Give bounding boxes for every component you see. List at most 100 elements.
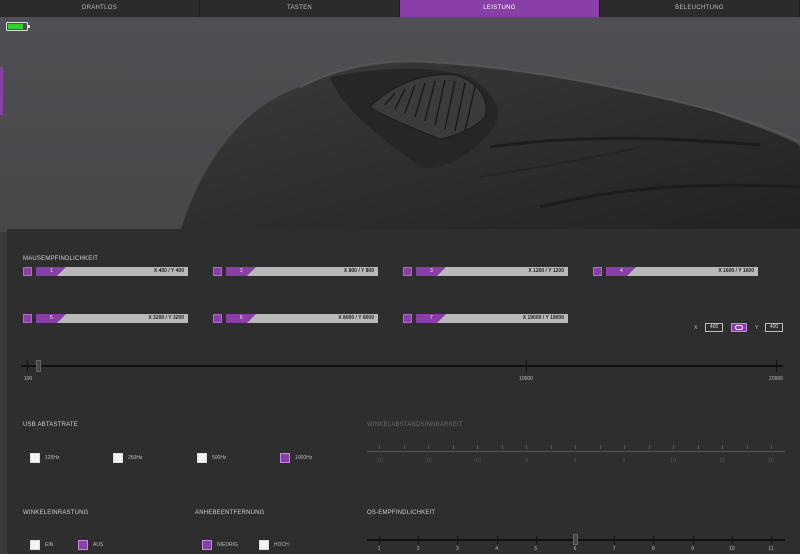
polling-option-125[interactable]: 125Hz (30, 453, 59, 463)
dpi-level-6-checkbox[interactable] (213, 314, 222, 323)
dpi-level-3-bar[interactable]: 3 X 1200 / Y 1200 (416, 267, 568, 276)
dpi-level-3-value: X 1200 / Y 1200 (528, 268, 564, 274)
dpi-level-4-bar[interactable]: 4 X 1600 / Y 1600 (606, 267, 758, 276)
os-sensitivity-tick (614, 536, 616, 544)
os-sensitivity-thumb[interactable] (573, 534, 578, 545)
dpi-level-6-value: X 8000 / Y 8000 (338, 315, 374, 321)
angle-snap-speed-tick (428, 445, 429, 449)
dpi-level-2-checkbox[interactable] (213, 267, 222, 276)
dpi-level-2-bar[interactable]: 2 X 800 / Y 800 (226, 267, 378, 276)
battery-icon (6, 22, 30, 31)
dpi-level-1: 1 X 400 / Y 400 (23, 267, 188, 276)
os-sensitivity-label: 3 (456, 546, 459, 552)
settings-panel: MAUSEMPFINDLICHKEIT 1 X 400 / Y 400 2 X … (7, 229, 800, 554)
polling-500-checkbox[interactable] (197, 453, 207, 463)
os-sensitivity-tick (496, 536, 498, 544)
angle-snap-speed-tick (746, 445, 748, 449)
dpi-slider-min-label: 100 (23, 376, 33, 382)
lift-off-low-checkbox[interactable] (202, 540, 212, 550)
dpi-level-3-number: 3 (430, 268, 433, 274)
dpi-level-3-checkbox[interactable] (403, 267, 412, 276)
dpi-level-2-value: X 800 / Y 800 (343, 268, 374, 274)
dpi-slider-track[interactable] (21, 365, 783, 367)
dpi-level-7-checkbox[interactable] (403, 314, 412, 323)
os-sensitivity-title: OS-EMPFINDLICHKEIT (367, 510, 436, 516)
angle-snapping-off[interactable]: AUS (78, 540, 103, 550)
app-window: DRAHTLOS TASTEN LEISTUNG BELEUCHTUNG MAU… (0, 0, 800, 554)
link-xy-button[interactable] (731, 323, 747, 332)
dpi-level-1-bar[interactable]: 1 X 400 / Y 400 (36, 267, 188, 276)
y-axis-label: Y (755, 325, 759, 331)
dpi-level-5-checkbox[interactable] (23, 314, 32, 323)
polling-250-checkbox[interactable] (113, 453, 123, 463)
os-sensitivity-tick (535, 536, 537, 544)
os-sensitivity-tick (457, 536, 459, 544)
tab-tasten[interactable]: TASTEN (200, 0, 400, 17)
lift-off-title: ANHEBEENTFERNUNG (195, 510, 265, 516)
polling-125-checkbox[interactable] (30, 453, 40, 463)
dpi-level-5-value: X 3200 / Y 3200 (148, 315, 184, 321)
dpi-level-4-number: 4 (620, 268, 623, 274)
polling-option-500[interactable]: 500Hz (197, 453, 226, 463)
angle-snapping-off-checkbox[interactable] (78, 540, 88, 550)
angle-snap-speed-label: -5 (523, 458, 529, 464)
dpi-level-4-value: X 1600 / Y 1600 (718, 268, 754, 274)
angle-snap-speed-tick (501, 445, 503, 449)
dpi-level-7-bar[interactable]: 7 X 19000 / Y 19000 (416, 314, 568, 323)
polling-1000-label: 1000Hz (295, 455, 313, 461)
dpi-level-5-number: 5 (50, 315, 53, 321)
tab-beleuchtung[interactable]: BELEUCHTUNG (600, 0, 800, 17)
tab-bar: DRAHTLOS TASTEN LEISTUNG BELEUCHTUNG (0, 0, 800, 17)
mouse-hero-image (0, 17, 800, 232)
os-sensitivity-label: 10 (729, 546, 735, 552)
dpi-level-4-checkbox[interactable] (593, 267, 602, 276)
dpi-slider-max-label: 20000 (769, 376, 783, 382)
lift-off-high[interactable]: HOCH (259, 540, 289, 550)
angle-snap-speed-tick (771, 445, 772, 449)
tab-leistung[interactable]: LEISTUNG (400, 0, 600, 17)
angle-snapping-on-label: EIN (45, 542, 54, 548)
sensitivity-title: MAUSEMPFINDLICHKEIT (23, 256, 99, 262)
dpi-level-5-bar[interactable]: 5 X 3200 / Y 3200 (36, 314, 188, 323)
angle-snap-speed-label: 5 (622, 458, 626, 464)
angle-snap-speed-tick (673, 445, 674, 449)
dpi-level-7-value: X 19000 / Y 19000 (522, 315, 564, 321)
dpi-slider-mid-tick (526, 360, 527, 372)
polling-title: USB ABTASTRATE (23, 422, 78, 428)
dpi-level-6-bar[interactable]: 6 X 8000 / Y 8000 (226, 314, 378, 323)
dpi-level-6: 6 X 8000 / Y 8000 (213, 314, 378, 323)
angle-snap-speed-label: 0 (573, 458, 577, 464)
polling-1000-checkbox[interactable] (280, 453, 290, 463)
x-dpi-input[interactable]: 400 (705, 323, 723, 332)
lift-off-low-label: NIEDRIG (217, 542, 238, 548)
angle-snapping-on-checkbox[interactable] (30, 540, 40, 550)
angle-snap-speed-label: 10 (670, 458, 676, 464)
angle-snap-speed-tick (379, 445, 380, 449)
dpi-level-1-number: 1 (50, 268, 53, 274)
x-axis-label: X (694, 325, 698, 331)
lift-off-low[interactable]: NIEDRIG (202, 540, 238, 550)
os-sensitivity-tick (731, 536, 733, 544)
lift-off-high-label: HOCH (274, 542, 289, 548)
lift-off-high-checkbox[interactable] (259, 540, 269, 550)
angle-snap-speed-tick (722, 445, 723, 449)
os-sensitivity-label: 8 (652, 546, 655, 552)
os-sensitivity-label: 7 (612, 546, 616, 552)
angle-snapping-on[interactable]: EIN (30, 540, 53, 550)
polling-option-1000[interactable]: 1000Hz (280, 453, 312, 463)
dpi-level-1-checkbox[interactable] (23, 267, 32, 276)
os-sensitivity-tick (771, 536, 772, 544)
angle-snap-speed-title: WINKELABSTANDSINNBARKEIT (367, 422, 463, 428)
os-sensitivity-label: 6 (573, 546, 577, 552)
angle-snapping-off-label: AUS (93, 542, 104, 548)
dpi-slider-max-tick (776, 360, 777, 372)
polling-option-250[interactable]: 250Hz (113, 453, 142, 463)
angle-snap-speed-label: 20 (768, 458, 774, 464)
angle-snap-speed-label: -10 (473, 458, 481, 464)
angle-snap-speed-track (367, 451, 785, 452)
y-dpi-input[interactable]: 400 (765, 323, 783, 332)
tab-drahtlos[interactable]: DRAHTLOS (0, 0, 200, 17)
polling-125-label: 125Hz (45, 455, 60, 461)
dpi-level-1-value: X 400 / Y 400 (153, 268, 184, 274)
dpi-slider-thumb[interactable] (36, 360, 42, 372)
